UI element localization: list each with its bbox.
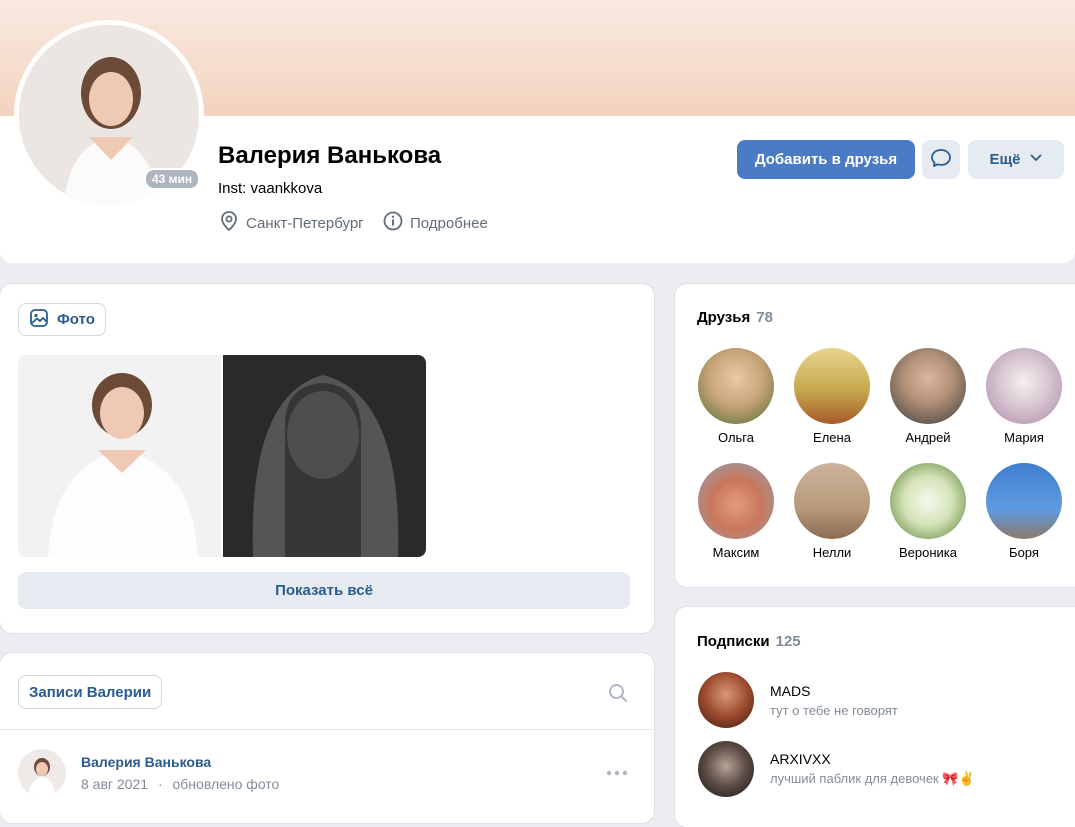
friend-name: Ольга <box>717 430 754 445</box>
details-label: Подробнее <box>410 214 488 232</box>
post-author-name[interactable]: Валерия Ванькова <box>81 754 211 770</box>
page-title: Валерия Ванькова <box>218 142 442 169</box>
show-all-photos-button[interactable]: Показать всё <box>18 572 630 609</box>
friend-avatar <box>794 348 870 424</box>
more-label: Ещё <box>989 151 1021 168</box>
friend-item[interactable]: Боря <box>976 463 1072 560</box>
friend-avatar <box>986 463 1062 539</box>
more-button[interactable]: Ещё <box>968 140 1064 179</box>
friends-title: Друзья <box>697 309 751 326</box>
chevron-down-icon <box>1029 151 1043 169</box>
info-icon <box>382 210 404 236</box>
friend-name: Максим <box>712 545 760 560</box>
friend-name: Мария <box>1004 430 1044 445</box>
subscriptions-title: Подписки <box>697 633 770 650</box>
friend-item[interactable]: Ольга <box>688 348 784 445</box>
photos-tab[interactable]: Фото <box>18 303 106 336</box>
friend-avatar <box>890 463 966 539</box>
subscription-name: ARXIVXX <box>770 751 831 767</box>
subscription-item[interactable]: MADS тут о тебе не говорят <box>698 672 898 728</box>
subscription-name: MADS <box>770 682 811 699</box>
photos-tab-label: Фото <box>57 311 95 328</box>
friend-avatar <box>698 348 774 424</box>
add-friend-button[interactable]: Добавить в друзья <box>737 140 915 179</box>
friend-name: Боря <box>1009 545 1039 560</box>
post-date[interactable]: 8 авг 2021 <box>81 776 148 792</box>
subscription-desc: лучший паблик для девочек 🎀✌ <box>770 771 975 786</box>
wall-tab[interactable]: Записи Валерии <box>18 675 163 709</box>
profile-status: Inst: vaankkova <box>218 180 323 197</box>
more-dots-icon[interactable] <box>605 766 629 784</box>
friend-name: Нелли <box>812 545 852 560</box>
divider <box>0 729 654 730</box>
post-action: обновлено фото <box>172 776 280 792</box>
image-icon <box>29 308 49 332</box>
profile-details-link[interactable]: Подробнее <box>382 210 488 236</box>
subscription-desc: тут о тебе не говорят <box>770 702 898 718</box>
friend-item[interactable]: Елена <box>784 348 880 445</box>
post-author-avatar[interactable] <box>18 749 66 797</box>
friend-avatar <box>794 463 870 539</box>
friends-count: 78 <box>756 309 773 326</box>
last-seen-badge: 43 мин <box>144 168 201 190</box>
friend-item[interactable]: Вероника <box>880 463 976 560</box>
search-icon[interactable] <box>607 682 629 709</box>
friend-name: Елена <box>813 430 851 445</box>
profile-avatar-frame[interactable]: 43 мин <box>14 20 204 210</box>
friend-item[interactable]: Нелли <box>784 463 880 560</box>
profile-city[interactable]: Санкт-Петербург <box>218 210 364 236</box>
message-bubble-icon <box>929 146 953 174</box>
friend-name: Вероника <box>898 545 957 560</box>
post-meta-separator: · <box>157 776 163 792</box>
friend-avatar <box>698 463 774 539</box>
photo-thumbnail-1[interactable] <box>18 355 221 557</box>
subscription-avatar <box>698 741 754 797</box>
photo-thumbnail-2[interactable] <box>223 355 426 557</box>
subscription-avatar <box>698 672 754 728</box>
friend-item[interactable]: Мария <box>976 348 1072 445</box>
location-pin-icon <box>218 210 240 236</box>
friend-avatar <box>986 348 1062 424</box>
subscriptions-header[interactable]: Подписки 125 <box>697 633 801 650</box>
message-button[interactable] <box>922 140 960 179</box>
friend-item[interactable]: Андрей <box>880 348 976 445</box>
friends-header[interactable]: Друзья 78 <box>697 309 773 326</box>
city-label: Санкт-Петербург <box>246 214 364 232</box>
post-meta: 8 авг 2021 · обновлено фото <box>81 776 279 792</box>
friend-avatar <box>890 348 966 424</box>
subscription-item[interactable]: ARXIVXX лучший паблик для девочек 🎀✌ <box>698 741 975 797</box>
friend-item[interactable]: Максим <box>688 463 784 560</box>
subscriptions-count: 125 <box>775 633 801 650</box>
friend-name: Андрей <box>905 430 951 445</box>
